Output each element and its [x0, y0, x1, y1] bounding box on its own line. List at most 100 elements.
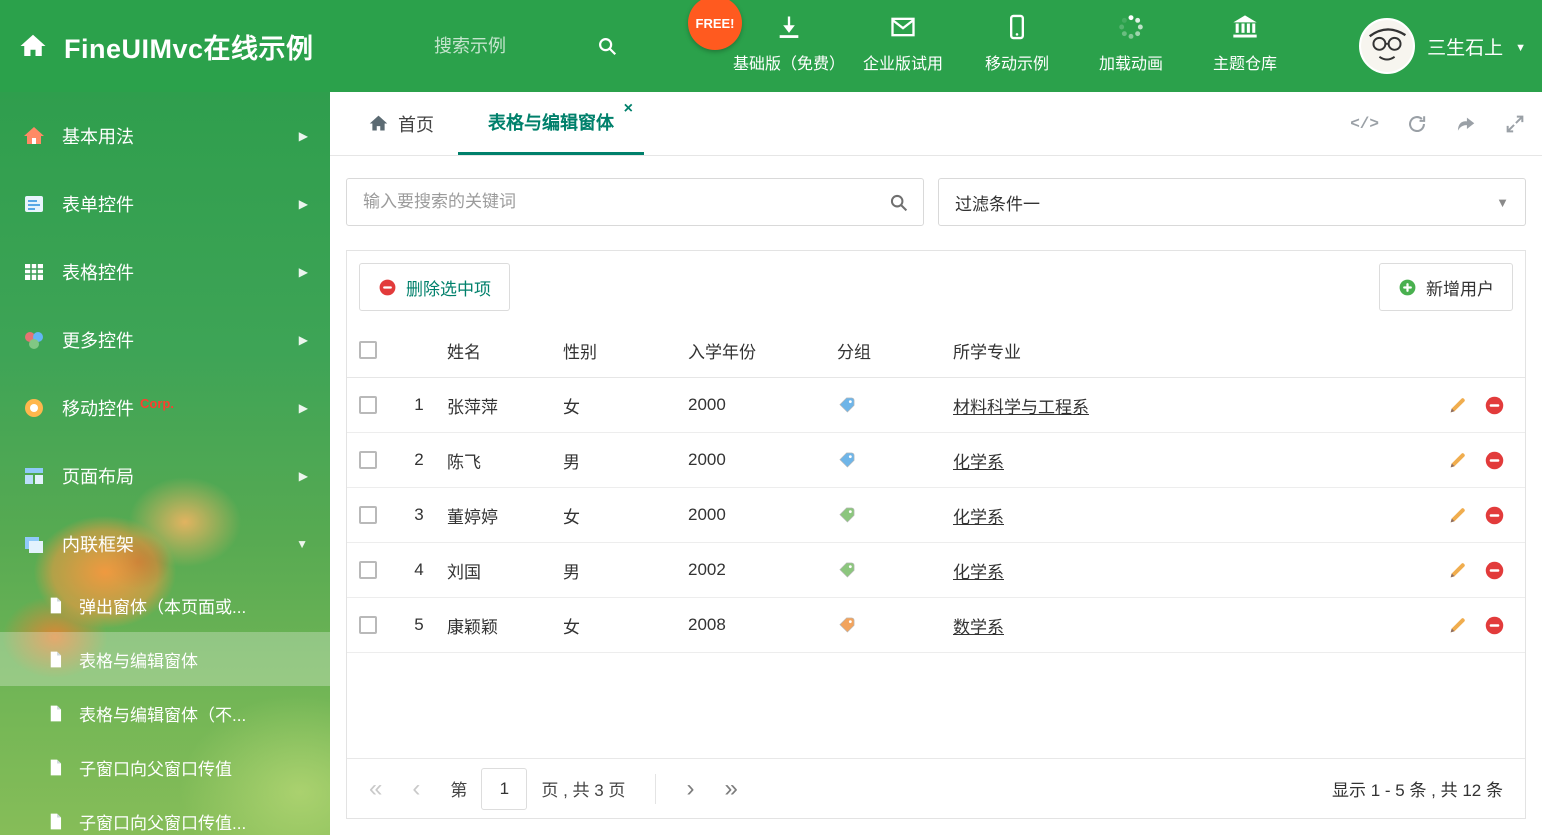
sidebar-item-label: 移动控件: [62, 399, 134, 419]
close-icon[interactable]: ×: [624, 101, 633, 117]
corp-badge: Corp.: [140, 395, 174, 411]
delete-icon[interactable]: [1484, 395, 1505, 416]
sidebar: 基本用法 ▶ 表单控件 ▶ 表格控件 ▶ 更多控件 ▶ 移动控件 Corp. ▶…: [0, 92, 330, 835]
filter-row: 过滤条件一 ▼: [330, 156, 1542, 250]
cell-name: 张萍萍: [447, 397, 498, 417]
row-index: 3: [414, 505, 424, 524]
first-page-button[interactable]: «: [369, 776, 382, 801]
username: 三生石上: [1427, 37, 1504, 59]
share-button[interactable]: [1455, 113, 1477, 135]
chevron-right-icon: ▶: [298, 265, 308, 279]
select-all-checkbox[interactable]: [359, 341, 377, 359]
sidebar-item-mobile-controls[interactable]: 移动控件 Corp. ▶: [0, 374, 330, 442]
row-checkbox[interactable]: [359, 451, 377, 469]
tab-strip: 首页 表格与编辑窗体 × </>: [330, 92, 1542, 156]
add-user-button[interactable]: 新增用户: [1379, 263, 1513, 311]
sidebar-item-label: 表单控件: [62, 195, 134, 215]
edit-icon[interactable]: [1447, 615, 1468, 636]
download-icon: [779, 16, 799, 38]
page-label-before: 第: [450, 781, 468, 800]
major-link[interactable]: 化学系: [953, 558, 1004, 583]
major-link[interactable]: 材料科学与工程系: [953, 393, 1089, 418]
sidebar-item-form-controls[interactable]: 表单控件 ▶: [0, 170, 330, 238]
edit-icon[interactable]: [1447, 505, 1468, 526]
search-icon[interactable]: [596, 35, 618, 57]
sidebar-item-more-controls[interactable]: 更多控件 ▶: [0, 306, 330, 374]
app-title: FineUIMvc在线示例: [64, 33, 314, 64]
tab-home[interactable]: 首页: [344, 92, 458, 155]
delete-icon[interactable]: [1484, 560, 1505, 581]
page-label-after: 页 , 共 3 页: [541, 781, 626, 800]
major-link[interactable]: 数学系: [953, 613, 1004, 638]
row-checkbox[interactable]: [359, 616, 377, 634]
nav-enterprise-trial[interactable]: 企业版试用: [846, 13, 960, 74]
sidebar-subitem-child-to-parent[interactable]: 子窗口向父窗口传值: [0, 740, 330, 794]
header-search-input[interactable]: [432, 34, 582, 58]
sidebar-item-grid-controls[interactable]: 表格控件 ▶: [0, 238, 330, 306]
frames-icon: [25, 537, 43, 553]
row-checkbox[interactable]: [359, 506, 377, 524]
caret-down-icon: ▼: [1515, 41, 1526, 54]
tab-tools: </>: [1350, 92, 1526, 156]
cell-year: 2000: [688, 450, 726, 469]
home-icon: [369, 115, 388, 131]
sidebar-item-label: 基本用法: [62, 127, 134, 147]
delete-icon[interactable]: [1484, 450, 1505, 471]
spinner-icon: [1119, 15, 1143, 39]
nav-basic-edition[interactable]: 基础版（免费）: [732, 13, 846, 74]
last-page-button[interactable]: »: [724, 776, 737, 801]
next-page-button[interactable]: ›: [686, 776, 694, 801]
chevron-right-icon: ▶: [298, 333, 308, 347]
table-header-row: 姓名 性别 入学年份 分组 所学专业: [347, 323, 1525, 378]
column-header-group: 分组: [837, 342, 871, 362]
page-number-input[interactable]: [481, 767, 528, 810]
table-icon: [25, 264, 43, 280]
file-icon: [50, 813, 62, 829]
major-link[interactable]: 化学系: [953, 448, 1004, 473]
edit-icon[interactable]: [1447, 395, 1468, 416]
cell-gender: 男: [563, 452, 580, 472]
sidebar-item-label: 页面布局: [62, 467, 134, 487]
view-source-button[interactable]: </>: [1350, 115, 1379, 133]
brand[interactable]: FineUIMvc在线示例: [0, 27, 314, 66]
nav-mobile-demo[interactable]: 移动示例: [960, 13, 1074, 74]
tag-icon: [839, 507, 855, 523]
refresh-button[interactable]: [1406, 113, 1428, 135]
cell-gender: 女: [563, 507, 580, 527]
user-menu[interactable]: 三生石上 ▼: [1359, 0, 1526, 92]
sidebar-subitem-popup-window[interactable]: 弹出窗体（本页面或...: [0, 578, 330, 632]
nav-label: 移动示例: [984, 56, 1049, 73]
file-icon: [50, 597, 62, 613]
prev-page-button[interactable]: ‹: [412, 776, 420, 801]
search-icon[interactable]: [888, 192, 909, 213]
edit-icon[interactable]: [1447, 450, 1468, 471]
delete-icon[interactable]: [1484, 615, 1505, 636]
major-link[interactable]: 化学系: [953, 503, 1004, 528]
row-checkbox[interactable]: [359, 396, 377, 414]
fullscreen-button[interactable]: [1504, 113, 1526, 135]
tag-icon: [839, 397, 855, 413]
cell-name: 陈飞: [447, 452, 481, 472]
table-row: 2 陈飞 男 2000 化学系: [347, 433, 1525, 488]
sidebar-subitem-child-to-parent-2[interactable]: 子窗口向父窗口传值...: [0, 794, 330, 835]
home-icon: [20, 34, 46, 56]
cell-name: 康颖颖: [447, 617, 498, 637]
sidebar-item-page-layout[interactable]: 页面布局 ▶: [0, 442, 330, 510]
row-index: 2: [414, 450, 424, 469]
sidebar-item-inline-frame[interactable]: 内联框架 ▼: [0, 510, 330, 578]
caret-down-icon: ▼: [1496, 194, 1509, 210]
sidebar-subitem-grid-edit-window-2[interactable]: 表格与编辑窗体（不...: [0, 686, 330, 740]
app-window: FineUIMvc在线示例 FREE! 基础版（免费） 企业版试用 移动示例 加…: [0, 0, 1542, 835]
sidebar-item-basic-usage[interactable]: 基本用法 ▶: [0, 102, 330, 170]
filter-dropdown[interactable]: 过滤条件一 ▼: [938, 178, 1526, 226]
sidebar-subitem-grid-edit-window[interactable]: 表格与编辑窗体: [0, 632, 330, 686]
sidebar-item-label: 表格控件: [62, 263, 134, 283]
nav-loading-animation[interactable]: 加载动画: [1074, 13, 1188, 74]
delete-selected-button[interactable]: 删除选中项: [359, 263, 510, 311]
edit-icon[interactable]: [1447, 560, 1468, 581]
row-checkbox[interactable]: [359, 561, 377, 579]
delete-icon[interactable]: [1484, 505, 1505, 526]
tab-grid-edit-window[interactable]: 表格与编辑窗体 ×: [458, 92, 644, 155]
nav-theme-store[interactable]: 主题仓库: [1188, 13, 1302, 74]
keyword-search-input[interactable]: [361, 191, 888, 213]
